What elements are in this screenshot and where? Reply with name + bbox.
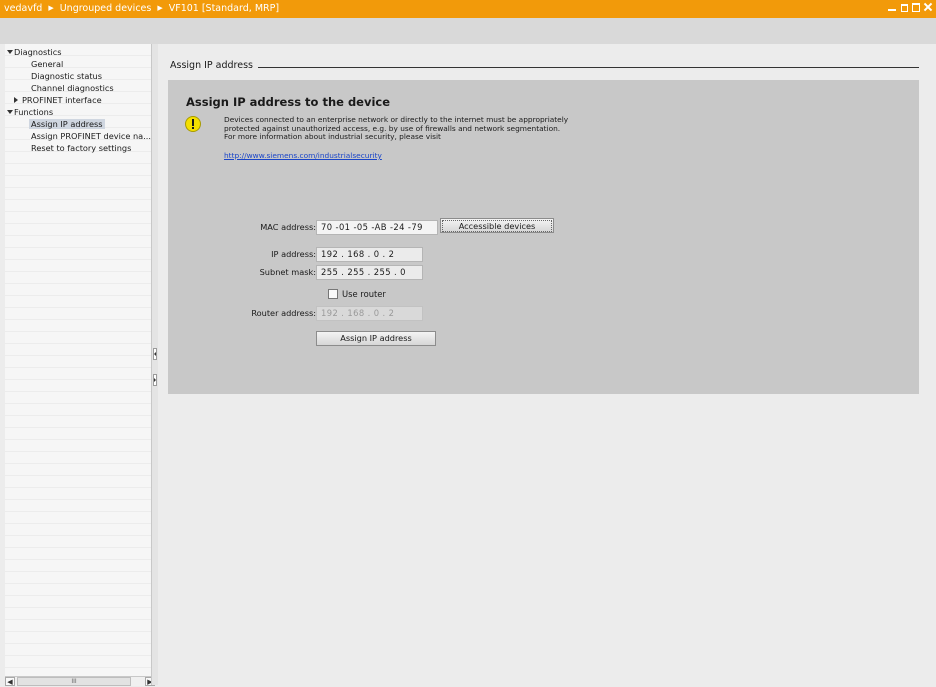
- nav-item-label: Functions: [14, 107, 54, 117]
- nav-item-assign-profinet-device-name[interactable]: Assign PROFINET device na...: [5, 130, 155, 142]
- router-address-field: 192 . 168 . 0 . 2: [316, 306, 423, 321]
- navigation-tree: Diagnostics General Diagnostic status Ch…: [5, 44, 156, 676]
- nav-item-channel-diagnostics[interactable]: Channel diagnostics: [5, 82, 155, 94]
- nav-item-label: Diagnostic status: [31, 71, 103, 81]
- nav-item-diagnostic-status[interactable]: Diagnostic status: [5, 70, 155, 82]
- subnet-mask-label: Subnet mask:: [259, 267, 316, 277]
- restore-icon[interactable]: [900, 2, 908, 12]
- nav-item-assign-ip-address[interactable]: Assign IP address: [5, 118, 155, 130]
- accessible-devices-label: Accessible devices: [442, 220, 552, 232]
- router-address-label: Router address:: [251, 308, 316, 318]
- nav-item-label: PROFINET interface: [22, 95, 102, 105]
- nav-item-label: Assign PROFINET device na...: [31, 131, 152, 141]
- ip-assignment-form: MAC address: IP address: Subnet mask: Ro…: [168, 192, 919, 394]
- assign-ip-address-button[interactable]: Assign IP address: [316, 331, 436, 346]
- expand-arrow-icon[interactable]: [7, 50, 13, 54]
- section-divider: [258, 67, 919, 68]
- nav-item-profinet-interface[interactable]: PROFINET interface: [5, 94, 155, 106]
- warning-line: For more information about industrial se…: [224, 132, 441, 142]
- breadcrumb: vedavfd ▶ Ungrouped devices ▶ VF101 [Standar…: [4, 3, 279, 14]
- subnet-mask-field[interactable]: 255 . 255 . 255 . 0: [316, 265, 423, 280]
- collapse-arrow-icon[interactable]: [14, 97, 18, 103]
- main-content: Assign IP address Assign IP address to t…: [158, 44, 936, 685]
- use-router-checkbox[interactable]: [328, 289, 338, 299]
- mac-address-label: MAC address:: [260, 222, 316, 232]
- breadcrumb-separator-icon: ▶: [157, 4, 163, 12]
- window-controls: [888, 2, 932, 12]
- ip-address-label: IP address:: [271, 249, 316, 259]
- breadcrumb-separator-icon: ▶: [48, 4, 54, 12]
- panel-splitter[interactable]: [151, 44, 158, 685]
- nav-item-general[interactable]: General: [5, 58, 155, 70]
- breadcrumb-device[interactable]: VF101 [Standard, MRP]: [169, 3, 279, 14]
- collapse-left-icon[interactable]: [153, 348, 157, 360]
- nav-item-label: General: [31, 59, 64, 69]
- accessible-devices-button[interactable]: Accessible devices: [440, 218, 554, 233]
- nav-item-label: Channel diagnostics: [31, 83, 114, 93]
- warning-icon: [185, 116, 201, 132]
- minimize-icon[interactable]: [888, 2, 896, 12]
- ip-address-field[interactable]: 192 . 168 . 0 . 2: [316, 247, 423, 262]
- expand-right-icon[interactable]: [153, 374, 157, 386]
- nav-item-diagnostics[interactable]: Diagnostics: [5, 46, 155, 58]
- nav-item-label: Diagnostics: [14, 47, 62, 57]
- nav-item-label: Reset to factory settings: [31, 143, 132, 153]
- close-icon[interactable]: [924, 2, 932, 12]
- warning-text: Devices connected to an enterprise netwo…: [224, 115, 568, 142]
- mac-address-field[interactable]: 70 -01 -05 -AB -24 -79: [316, 220, 438, 235]
- toolbar-strip: [0, 18, 936, 44]
- maximize-icon[interactable]: [912, 2, 920, 12]
- nav-item-functions[interactable]: Functions: [5, 106, 155, 118]
- nav-item-label: Assign IP address: [29, 119, 105, 129]
- breadcrumb-project[interactable]: vedavfd: [4, 3, 42, 14]
- industrial-security-link[interactable]: http://www.siemens.com/industrialsecurit…: [224, 151, 382, 160]
- nav-item-reset-to-factory-settings[interactable]: Reset to factory settings: [5, 142, 155, 154]
- page-heading: Assign IP address to the device: [186, 95, 391, 109]
- expand-arrow-icon[interactable]: [7, 110, 13, 114]
- section-title: Assign IP address: [170, 60, 253, 71]
- use-router-label: Use router: [342, 289, 386, 299]
- breadcrumb-group[interactable]: Ungrouped devices: [60, 3, 152, 14]
- title-bar: vedavfd ▶ Ungrouped devices ▶ VF101 [Standar…: [0, 0, 936, 18]
